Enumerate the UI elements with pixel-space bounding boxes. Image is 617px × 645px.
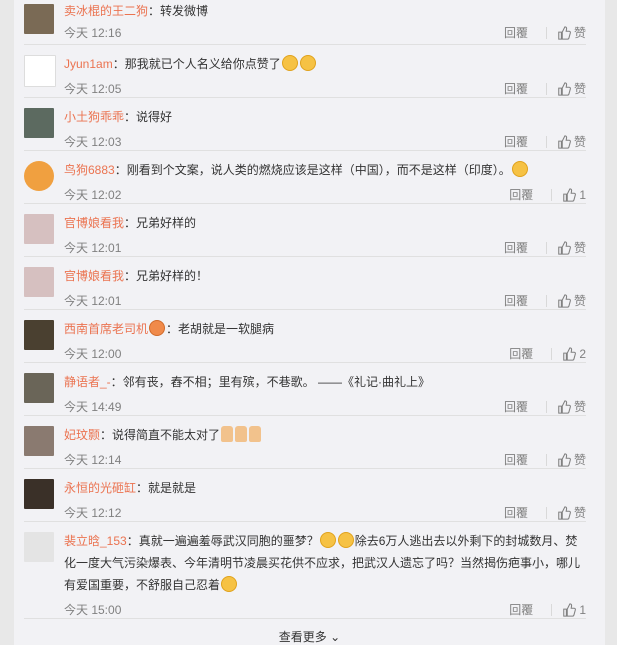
avatar[interactable] bbox=[24, 426, 54, 456]
comment-item: 永恒的光砸缸：就是就是 今天 12:12 回覆赞 bbox=[24, 469, 586, 522]
avatar[interactable] bbox=[24, 4, 54, 34]
comment-time: 今天 12:12 bbox=[64, 506, 122, 520]
comment-username[interactable]: 鸟狗6883 bbox=[64, 163, 115, 177]
comment-text: ：说得好 bbox=[124, 110, 173, 124]
divider bbox=[551, 348, 553, 360]
comment-time: 今天 12:01 bbox=[64, 294, 122, 308]
laughing-emoji-icon bbox=[511, 161, 528, 177]
badge-icon bbox=[149, 320, 166, 336]
comment-item: 官博娘看我：兄弟好样的！ 今天 12:01 回覆赞 bbox=[24, 257, 586, 310]
divider bbox=[545, 136, 547, 148]
comment-username[interactable]: 妃玟颢 bbox=[64, 428, 100, 442]
comment-text: ：兄弟好样的！ bbox=[124, 269, 209, 283]
comment-text: ：兄弟好样的 bbox=[124, 216, 197, 230]
comment-time: 今天 12:00 bbox=[64, 347, 122, 361]
thumbs-up-icon bbox=[558, 453, 571, 467]
comment-username[interactable]: 西南首席老司机 bbox=[64, 322, 148, 336]
avatar[interactable] bbox=[24, 267, 54, 297]
divider bbox=[545, 295, 547, 307]
comment-text: ：老胡就是一软腿病 bbox=[166, 322, 275, 336]
emoji-icon bbox=[281, 55, 298, 71]
thumbs-up-icon bbox=[558, 506, 571, 520]
comment-time: 今天 14:49 bbox=[64, 400, 122, 414]
comment-time: 今天 15:00 bbox=[64, 603, 122, 617]
comment-username[interactable]: 官博娘看我 bbox=[64, 269, 124, 283]
comment-username[interactable]: 永恒的光砸缸 bbox=[64, 481, 136, 495]
comment-text: ：那我就已个人名义给你点赞了 bbox=[112, 57, 281, 71]
comment-panel: 卖冰棍的王二狗：转发微博 今天 12:16 回覆 赞 Jyun1am：那我就已个人… bbox=[14, 0, 605, 645]
thumbs-up-icon bbox=[558, 82, 571, 96]
avatar[interactable] bbox=[24, 214, 54, 244]
comment-item: 官博娘看我：兄弟好样的 今天 12:01 回覆赞 bbox=[24, 204, 586, 257]
avatar[interactable] bbox=[24, 161, 54, 191]
reply-button[interactable]: 回覆 bbox=[504, 22, 528, 44]
shocked-emoji-icon bbox=[319, 532, 336, 548]
avatar[interactable] bbox=[24, 320, 54, 350]
divider bbox=[551, 604, 553, 616]
comment-time: 今天 12:14 bbox=[64, 453, 122, 467]
comment-time: 今天 12:05 bbox=[64, 82, 122, 96]
comment-item: 妃玟颢：说得简直不能太对了 今天 12:14 回覆赞 bbox=[24, 416, 586, 469]
like-button[interactable]: 1 bbox=[562, 596, 586, 624]
comment-text: ：就是就是 bbox=[136, 481, 197, 495]
comment-username[interactable]: Jyun1am bbox=[64, 57, 113, 71]
thumbs-up-icon bbox=[558, 26, 571, 40]
divider bbox=[545, 401, 547, 413]
comment-text: ：说得简直不能太对了 bbox=[100, 428, 221, 442]
like-button[interactable]: 赞 bbox=[557, 22, 586, 44]
divider bbox=[545, 454, 547, 466]
divider bbox=[545, 507, 547, 519]
thumbs-up-emoji-icon bbox=[249, 426, 262, 442]
shocked-emoji-icon bbox=[221, 576, 238, 592]
like-label: 赞 bbox=[573, 26, 586, 40]
comment-username[interactable]: 裴立晗_153 bbox=[64, 534, 127, 548]
avatar[interactable] bbox=[24, 532, 54, 562]
comment-username[interactable]: 官博娘看我 bbox=[64, 216, 124, 230]
thumbs-up-emoji-icon bbox=[221, 426, 234, 442]
comment-text: ：真就一遍遍羞辱武汉同胞的噩梦？ bbox=[126, 534, 319, 548]
thumbs-up-icon bbox=[558, 135, 571, 149]
thumbs-up-emoji-icon bbox=[235, 426, 248, 442]
comment-text: ：邻有丧，舂不相；里有殡，不巷歌。 ——《礼记·曲礼上》 bbox=[110, 375, 431, 389]
like-count: 1 bbox=[579, 603, 586, 617]
divider bbox=[551, 189, 553, 201]
comment-text: ：转发微博 bbox=[148, 4, 209, 18]
thumbs-up-icon bbox=[558, 241, 571, 255]
load-more-link[interactable]: 查看更多 ⌄ bbox=[14, 628, 605, 645]
comment-item: 卖冰棍的王二狗：转发微博 今天 12:16 回覆 赞 bbox=[24, 0, 586, 45]
comment-item: 静语者_-：邻有丧，舂不相；里有殡，不巷歌。 ——《礼记·曲礼上》 今天 14:… bbox=[24, 363, 586, 416]
comment-time: 今天 12:03 bbox=[64, 135, 122, 149]
comment-item: 裴立晗_153：真就一遍遍羞辱武汉同胞的噩梦？ 除去6万人逃出去以外剩下的封城数月… bbox=[24, 522, 586, 619]
comment-time: 今天 12:01 bbox=[64, 241, 122, 255]
comment-username[interactable]: 卖冰棍的王二狗 bbox=[64, 4, 148, 18]
thumbs-up-icon bbox=[563, 603, 577, 617]
divider bbox=[545, 83, 547, 95]
comment-item: 西南首席老司机 ：老胡就是一软腿病 今天 12:00 回覆 2 bbox=[24, 310, 586, 363]
avatar[interactable] bbox=[24, 373, 54, 403]
comment-item: Jyun1am：那我就已个人名义给你点赞了 今天 12:05 回覆赞 bbox=[24, 45, 586, 98]
emoji-icon bbox=[299, 55, 316, 71]
avatar[interactable] bbox=[24, 55, 56, 87]
reply-button[interactable]: 回覆 bbox=[509, 596, 533, 624]
shocked-emoji-icon bbox=[337, 532, 354, 548]
divider bbox=[545, 27, 547, 39]
thumbs-up-icon bbox=[563, 347, 577, 361]
comment-username[interactable]: 静语者_- bbox=[64, 375, 111, 389]
divider bbox=[545, 242, 547, 254]
comment-text: ：刚看到个文案，说人类的燃烧应该是这样（中国），而不是这样（印度）。 bbox=[114, 163, 511, 177]
thumbs-up-icon bbox=[558, 294, 571, 308]
chevron-down-icon: ⌄ bbox=[326, 630, 341, 644]
avatar[interactable] bbox=[24, 479, 54, 509]
avatar[interactable] bbox=[24, 108, 54, 138]
load-more-label: 查看更多 bbox=[278, 630, 327, 644]
thumbs-up-icon bbox=[563, 188, 577, 202]
comment-time: 今天 12:02 bbox=[64, 188, 122, 202]
comment-item: 鸟狗6883：刚看到个文案，说人类的燃烧应该是这样（中国），而不是这样（印度）。… bbox=[24, 151, 586, 204]
comment-item: 小土狗乖乖：说得好 今天 12:03 回覆赞 bbox=[24, 98, 586, 151]
comment-time: 今天 12:16 bbox=[64, 26, 122, 40]
comment-username[interactable]: 小土狗乖乖 bbox=[64, 110, 124, 124]
thumbs-up-icon bbox=[558, 400, 571, 414]
